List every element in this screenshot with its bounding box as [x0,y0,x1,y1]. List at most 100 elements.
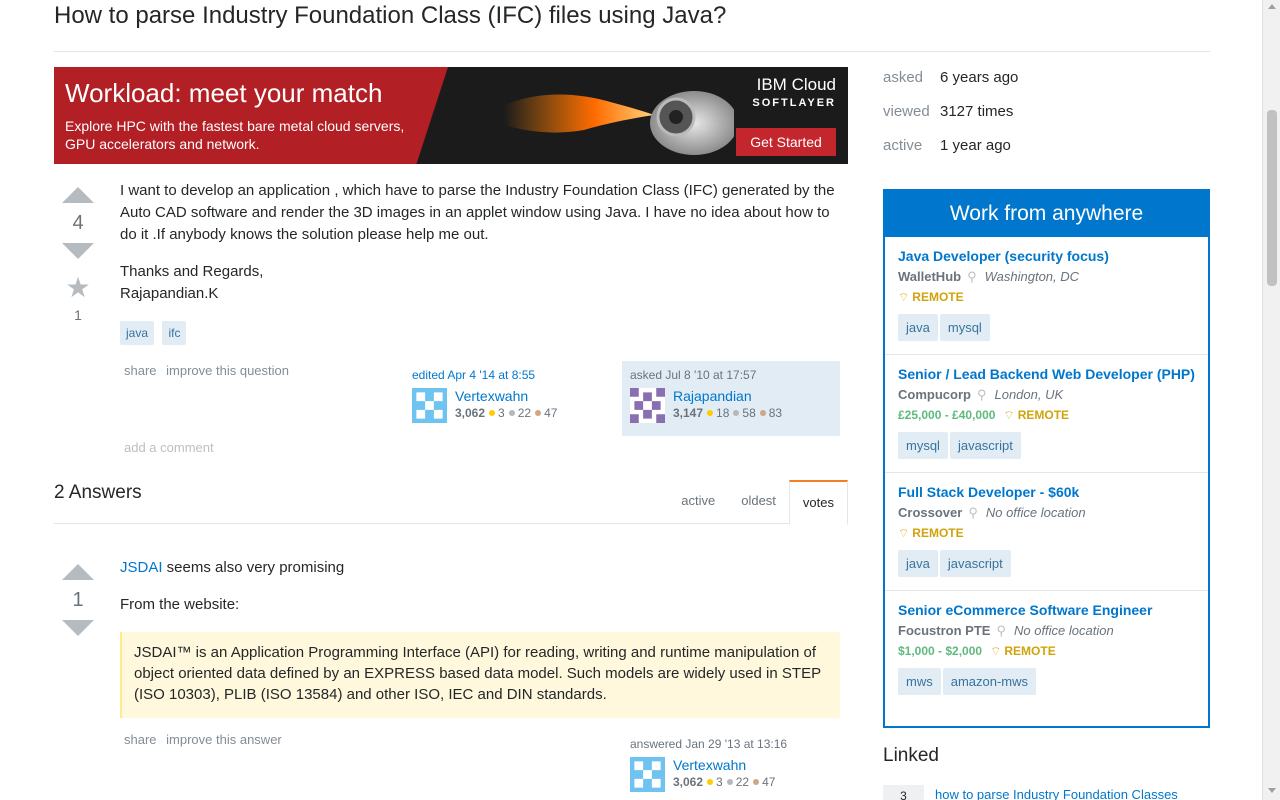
edited-timestamp[interactable]: edited Apr 4 '14 at 8:55 [412,368,614,382]
downvote-arrow-icon[interactable] [62,620,94,636]
question-post-menu: share improve this question [124,363,295,378]
answer-author-name[interactable]: Vertexwahn [673,757,775,773]
job-remote: REMOTE [1004,644,1056,658]
job-listing[interactable]: Senior eCommerce Software Engineer Focus… [885,591,1208,708]
job-title[interactable]: Senior / Lead Backend Web Developer (PHP… [898,365,1195,383]
rep-score: 3,062 [673,775,704,789]
question-vote-count: 4 [72,212,84,234]
job-title[interactable]: Full Stack Developer - $60k [898,483,1195,501]
tab-votes[interactable]: votes [788,480,848,525]
favorite-star-icon[interactable]: ★ [53,273,103,303]
question-vote-cell: 4 ★ 1 [53,187,103,323]
job-listing[interactable]: Senior / Lead Backend Web Developer (PHP… [885,355,1208,473]
tag-mysql[interactable]: mysql [939,314,990,341]
silver-badge-icon [508,410,515,416]
stat-label: asked [883,69,924,86]
question-paragraph: Thanks and Regards, [120,263,264,280]
tag-javascript[interactable]: javascript [949,432,1021,459]
bronze-badge-icon [535,410,542,416]
gold-badge-icon [489,410,496,416]
jobs-header[interactable]: Work from anywhere [885,191,1208,237]
gold-badge-icon [707,779,714,785]
job-location: Washington, DC [984,269,1080,284]
asked-timestamp: asked Jul 8 '10 at 17:57 [630,368,757,382]
stat-label: active [883,137,923,154]
downvote-arrow-icon[interactable] [62,243,94,259]
question-paragraph: I want to develop an application , which… [120,182,835,243]
silver-count: 58 [742,406,756,420]
editor-name[interactable]: Vertexwahn [455,388,557,404]
page-scrollbar[interactable] [1262,0,1280,800]
improve-question-link[interactable]: improve this question [166,363,289,378]
add-comment-link[interactable]: add a comment [124,440,214,455]
jsdai-link[interactable]: JSDAI [120,559,163,576]
owner-name[interactable]: Rajapandian [673,388,782,404]
favorite-count: 1 [74,307,82,323]
wifi-icon: ⌔ [898,290,910,304]
stat-row: viewed 3127 times [883,100,1018,134]
question-paragraph: Rajapandian.K [120,285,219,302]
stat-value: 3127 times [940,103,1014,120]
answers-header: 2 Answers active oldest votes [54,480,848,525]
upvote-arrow-icon[interactable] [62,564,94,580]
title-divider [54,51,1210,52]
gold-count: 3 [716,775,723,789]
upvote-arrow-icon[interactable] [62,187,94,203]
job-listing[interactable]: Java Developer (security focus) WalletHu… [885,237,1208,355]
location-pin-icon: ⚲ [968,505,978,520]
tab-oldest[interactable]: oldest [728,480,789,524]
wifi-icon: ⌔ [898,526,910,540]
owner-signature: asked Jul 8 '10 at 17:57 Rajapandian 3,1… [622,361,840,436]
tag-java[interactable]: java [898,314,938,341]
answer-line1-text: seems also very promising [162,559,345,576]
question-title[interactable]: How to parse Industry Foundation Class (… [54,2,726,30]
share-link[interactable]: share [124,732,157,747]
answer-sort-tabs: active oldest votes [668,480,848,525]
job-company-line: Compucorp ⚲ London, UK [898,387,1195,403]
scroll-down-arrow-icon[interactable] [1268,788,1276,793]
answer-author-reputation: 3,062 3 22 47 [673,775,775,789]
job-company: Crossover [898,505,963,520]
bronze-badge-icon [753,779,760,785]
page: How to parse Industry Foundation Class (… [0,0,1280,800]
job-listing[interactable]: Full Stack Developer - $60k Crossover ⚲ No… [885,473,1208,591]
user-avatar[interactable] [630,388,665,423]
improve-answer-link[interactable]: improve this answer [166,732,282,747]
tag-mysql[interactable]: mysql [898,432,948,459]
ad-brand-name: IBM Cloud [756,75,836,94]
job-tags: java javascript [898,550,1195,590]
editor-signature: edited Apr 4 '14 at 8:55 Vertexwahn 3,06… [404,361,622,436]
job-title[interactable]: Senior eCommerce Software Engineer [898,601,1195,619]
job-title[interactable]: Java Developer (security focus) [898,247,1195,265]
job-company: WalletHub [898,269,962,284]
ad-banner[interactable]: Workload: meet your match Explore HPC wi… [54,67,848,164]
job-meta: £25,000 - £40,000 ⌔ REMOTE [898,408,1195,423]
rep-score: 3,147 [673,406,704,420]
tag-mws[interactable]: mws [898,668,941,695]
tag-javascript[interactable]: javascript [939,550,1011,577]
tag-ifc[interactable]: ifc [162,321,187,345]
ad-cta-button[interactable]: Get Started [736,128,836,156]
tab-active[interactable]: active [668,480,728,524]
stat-row: asked 6 years ago [883,66,1018,100]
scrollbar-thumb[interactable] [1267,110,1277,286]
job-company-line: Focustron PTE ⚲ No office location [898,623,1195,639]
ad-turbine-image [504,91,734,155]
user-avatar[interactable] [630,757,665,792]
ad-brand-sub: SOFTLAYER [752,97,836,109]
linked-question-link[interactable]: how to parse Industry Foundation Classes [935,785,1178,800]
answered-timestamp: answered Jan 29 '13 at 13:16 [630,737,788,751]
share-link[interactable]: share [124,363,157,378]
editor-reputation: 3,062 3 22 47 [455,406,557,420]
stat-value: 1 year ago [940,137,1011,154]
user-avatar[interactable] [412,388,447,423]
bronze-badge-icon [759,410,766,416]
tag-java[interactable]: java [898,550,938,577]
linked-item: 3 how to parse Industry Foundation Class… [883,785,1178,800]
question-body: I want to develop an application , which… [120,180,840,320]
stat-value: 6 years ago [940,69,1019,86]
tag-amazon-mws[interactable]: amazon-mws [942,668,1037,695]
scroll-up-arrow-icon[interactable] [1268,4,1276,9]
tag-java[interactable]: java [120,321,155,345]
stat-row: active 1 year ago [883,134,1018,168]
